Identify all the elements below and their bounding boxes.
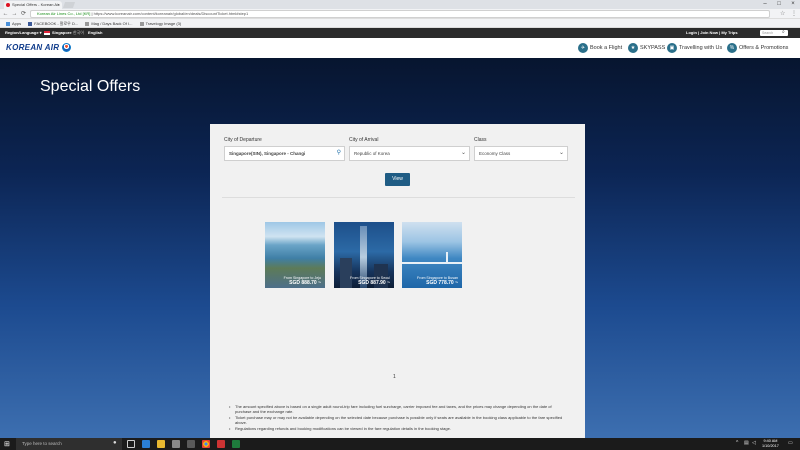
offer-jeju[interactable]: From Singapore to Jeju SGD 888.70 ~: [265, 222, 325, 288]
volume-icon[interactable]: ◁: [752, 440, 756, 446]
chevron-down-icon: ⌄: [558, 150, 564, 156]
offer-caption: From Singapore to Busan SGD 778.70 ~: [417, 276, 458, 286]
view-button[interactable]: View: [385, 173, 410, 186]
app-icon[interactable]: [232, 440, 240, 448]
fare-note: Ticket purchase may or may not be availa…: [229, 415, 569, 425]
chrome-icon[interactable]: [202, 440, 210, 448]
departure-field[interactable]: Singapore(SIN), Singapore - Changi ⚲: [224, 146, 345, 161]
korean-air-favicon-icon: [6, 3, 10, 7]
nav-book-a-flight[interactable]: Book a Flight: [590, 38, 622, 58]
minimize-button[interactable]: –: [760, 0, 770, 9]
departure-label: City of Departure: [224, 137, 262, 143]
location-pin-icon: ⚲: [336, 150, 341, 156]
nav-travelling-with-us[interactable]: Travelling with Us: [679, 38, 722, 58]
site-utility-bar: [0, 28, 800, 38]
account-links[interactable]: Login | Join Now | My Trips: [686, 28, 738, 38]
arrival-label: City of Arrival: [349, 137, 379, 143]
gift-icon: %: [727, 43, 737, 53]
reload-button[interactable]: ⟳: [20, 10, 27, 18]
url-input[interactable]: Korean Air Lines Co., Ltd [KR] | https:/…: [30, 10, 770, 18]
maximize-button[interactable]: □: [774, 0, 784, 9]
suitcase-icon: ▣: [667, 43, 677, 53]
pagination-current-page[interactable]: 1: [393, 374, 396, 380]
class-select[interactable]: Economy Class ⌄: [474, 146, 568, 161]
departure-value: Singapore(SIN), Singapore - Changi: [229, 151, 306, 156]
offer-seoul[interactable]: From Singapore to Seoul SGD 887.90 ~: [334, 222, 394, 288]
language-english-link[interactable]: English: [88, 28, 102, 38]
file-explorer-icon[interactable]: [157, 440, 165, 448]
language-korean-link[interactable]: 한국어: [73, 28, 84, 38]
offer-caption: From Singapore to Seoul SGD 887.90 ~: [350, 276, 390, 286]
tab-close-icon[interactable]: ×: [58, 1, 60, 9]
arrival-select[interactable]: Republic of Korea ⌄: [349, 146, 470, 161]
bookmarks-bar: Apps FACEBOOK - 팔로우 D... Mag / Days Back…: [0, 19, 800, 28]
offer-caption: From Singapore to Jeju SGD 888.70 ~: [284, 276, 321, 286]
forward-button[interactable]: →: [11, 10, 18, 18]
browser-tab[interactable]: Special Offers - Korean Air ×: [4, 1, 62, 9]
fare-note: Regulations regarding refunds and bookin…: [229, 426, 569, 431]
taskbar-search-input[interactable]: Type here to search: [16, 438, 122, 450]
offer-busan[interactable]: From Singapore to Busan SGD 778.70 ~: [402, 222, 462, 288]
clock-date: 1/10/2017: [762, 444, 779, 448]
class-value: Economy Class: [479, 151, 511, 156]
plane-icon: ✈: [578, 43, 588, 53]
windows-start-icon[interactable]: ⊞: [4, 440, 10, 448]
region-language-menu[interactable]: Region/Language ▾: [5, 28, 42, 38]
nav-offers-promotions[interactable]: Offers & Promotions: [739, 38, 788, 58]
fare-notes: The amount specified above is based on a…: [229, 404, 569, 432]
browser-menu-icon[interactable]: ⋮: [791, 10, 797, 17]
offer-price: SGD 887.90 ~: [358, 280, 390, 286]
search-icon[interactable]: ⌕: [782, 29, 785, 35]
mail-icon[interactable]: [187, 440, 195, 448]
app-icon[interactable]: [217, 440, 225, 448]
bookmark-mag[interactable]: Mag / Days Back Of I...: [85, 19, 132, 28]
page-title: Special Offers: [40, 78, 141, 95]
apps-icon: [6, 22, 10, 26]
offer-price: SGD 888.70 ~: [289, 280, 321, 286]
bridge-tower-image: [446, 252, 448, 264]
offer-price: SGD 778.70 ~: [426, 280, 458, 286]
divider: [222, 197, 575, 198]
page-icon: [139, 22, 144, 26]
arrival-value: Republic of Korea: [354, 151, 390, 156]
singapore-flag-icon: [44, 31, 50, 35]
store-icon[interactable]: [172, 440, 180, 448]
url-text: https://www.koreanair.com/content/korean…: [93, 11, 249, 16]
tray-chevron-icon[interactable]: ^: [736, 440, 738, 446]
taegeuk-logo-icon[interactable]: [62, 43, 71, 52]
notifications-icon[interactable]: ▭: [788, 440, 793, 446]
edge-icon[interactable]: [142, 440, 150, 448]
facebook-icon: [28, 22, 33, 26]
page-icon: [85, 22, 90, 26]
chevron-down-icon: ⌄: [460, 150, 466, 156]
fare-note: The amount specified above is based on a…: [229, 404, 569, 414]
bookmark-facebook[interactable]: FACEBOOK - 팔로우 D...: [28, 19, 78, 28]
nav-skypass[interactable]: SKYPASS: [640, 38, 665, 58]
tab-title: Special Offers - Korean Air: [12, 2, 60, 7]
class-label: Class: [474, 137, 487, 143]
task-view-icon[interactable]: [127, 440, 135, 448]
browser-tab-bar: [0, 0, 800, 9]
microphone-icon[interactable]: ●: [113, 440, 121, 448]
bookmark-star-icon[interactable]: ☆: [780, 10, 785, 17]
close-window-button[interactable]: ×: [788, 0, 798, 9]
secure-site-label: Korean Air Lines Co., Ltd [KR]: [37, 11, 91, 16]
network-icon[interactable]: ▤: [744, 440, 749, 446]
korean-air-logo[interactable]: KOREAN AIR: [6, 43, 59, 52]
bridge-image: [402, 262, 462, 264]
skypass-icon: ★: [628, 43, 638, 53]
bookmark-travelogy[interactable]: Travelogy Image (3): [139, 19, 181, 28]
bookmark-apps[interactable]: Apps: [6, 19, 21, 28]
country-label[interactable]: Singapore: [52, 28, 72, 38]
taskbar-clock[interactable]: 9:40 AM 1/10/2017: [762, 438, 779, 449]
back-button[interactable]: ←: [2, 10, 9, 18]
